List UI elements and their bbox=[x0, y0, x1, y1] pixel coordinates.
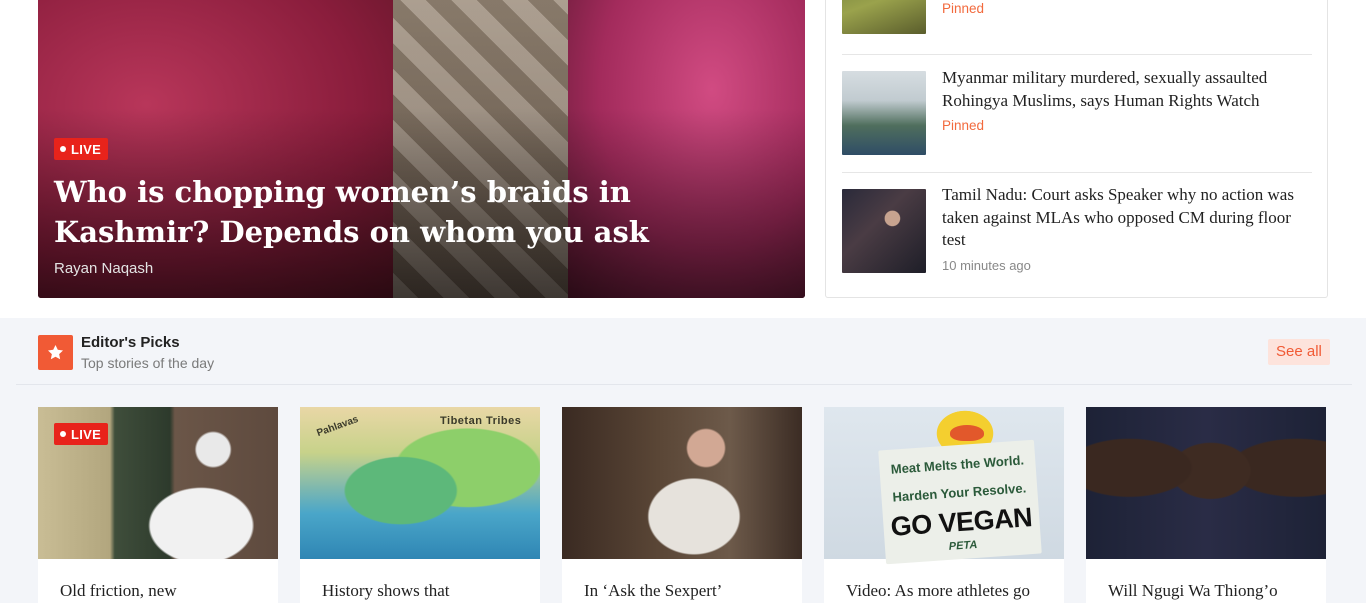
side-story-item[interactable]: stories Pinned bbox=[842, 0, 1312, 44]
side-story-thumbnail[interactable] bbox=[842, 0, 926, 34]
pick-card[interactable]: In ‘Ask the Sexpert’ bbox=[562, 407, 802, 603]
divider bbox=[842, 172, 1312, 173]
section-subtitle: Top stories of the day bbox=[81, 355, 215, 371]
live-badge-label: LIVE bbox=[71, 141, 102, 157]
pick-card-image[interactable]: Tibetan Tribes Pahlavas bbox=[300, 407, 540, 559]
side-story-timestamp: 10 minutes ago bbox=[942, 258, 1031, 273]
pick-card-image[interactable] bbox=[562, 407, 802, 559]
live-dot-icon bbox=[60, 431, 66, 437]
pick-card-title[interactable]: Old friction, new bbox=[60, 581, 260, 601]
live-badge: LIVE bbox=[54, 423, 109, 445]
pick-card-title[interactable]: In ‘Ask the Sexpert’ bbox=[584, 581, 784, 601]
divider bbox=[842, 54, 1312, 55]
section-title: Editor's Picks bbox=[81, 334, 180, 351]
side-story-title[interactable]: Myanmar military murdered, sexually assa… bbox=[942, 67, 1312, 112]
side-story-list: stories Pinned Myanmar military murdered… bbox=[825, 0, 1328, 298]
live-dot-icon bbox=[60, 146, 66, 152]
see-all-button[interactable]: See all bbox=[1268, 339, 1330, 365]
side-story-item[interactable]: Tamil Nadu: Court asks Speaker why no ac… bbox=[842, 185, 1312, 279]
pick-card-image[interactable] bbox=[1086, 407, 1326, 559]
hero-story[interactable]: LIVE Who is chopping women’s braids in K… bbox=[38, 0, 805, 298]
pick-card-title[interactable]: Will Ngugi Wa Thiong’o bbox=[1108, 581, 1308, 601]
side-story-thumbnail[interactable] bbox=[842, 189, 926, 273]
hero-title[interactable]: Who is chopping women’s braids in Kashmi… bbox=[54, 172, 674, 252]
side-story-pinned-label: Pinned bbox=[942, 1, 985, 16]
hero-author[interactable]: Rayan Naqash bbox=[54, 260, 153, 277]
star-icon bbox=[38, 335, 73, 370]
pick-card[interactable]: LIVE Old friction, new bbox=[38, 407, 278, 603]
pick-card-title[interactable]: Video: As more athletes go bbox=[846, 581, 1046, 601]
side-story-pinned-label: Pinned bbox=[942, 118, 985, 133]
map-label: Pahlavas bbox=[315, 413, 360, 440]
side-story-item[interactable]: Myanmar military murdered, sexually assa… bbox=[842, 68, 1312, 161]
pick-card-title[interactable]: History shows that bbox=[322, 581, 522, 601]
pick-card[interactable]: Tibetan Tribes Pahlavas History shows th… bbox=[300, 407, 540, 603]
live-badge-label: LIVE bbox=[71, 426, 102, 442]
editors-picks-header: Editor's Picks Top stories of the day Se… bbox=[16, 318, 1352, 385]
map-label: Tibetan Tribes bbox=[440, 415, 522, 427]
pick-card-image[interactable]: Meat Melts the World. Harden Your Resolv… bbox=[824, 407, 1064, 565]
live-badge: LIVE bbox=[54, 138, 109, 160]
pick-card[interactable]: Meat Melts the World. Harden Your Resolv… bbox=[824, 407, 1064, 603]
pick-card[interactable]: Will Ngugi Wa Thiong’o bbox=[1086, 407, 1326, 603]
protest-sign: Meat Melts the World. Harden Your Resolv… bbox=[878, 439, 1042, 565]
side-story-thumbnail[interactable] bbox=[842, 71, 926, 155]
side-story-title[interactable]: Tamil Nadu: Court asks Speaker why no ac… bbox=[942, 184, 1312, 252]
